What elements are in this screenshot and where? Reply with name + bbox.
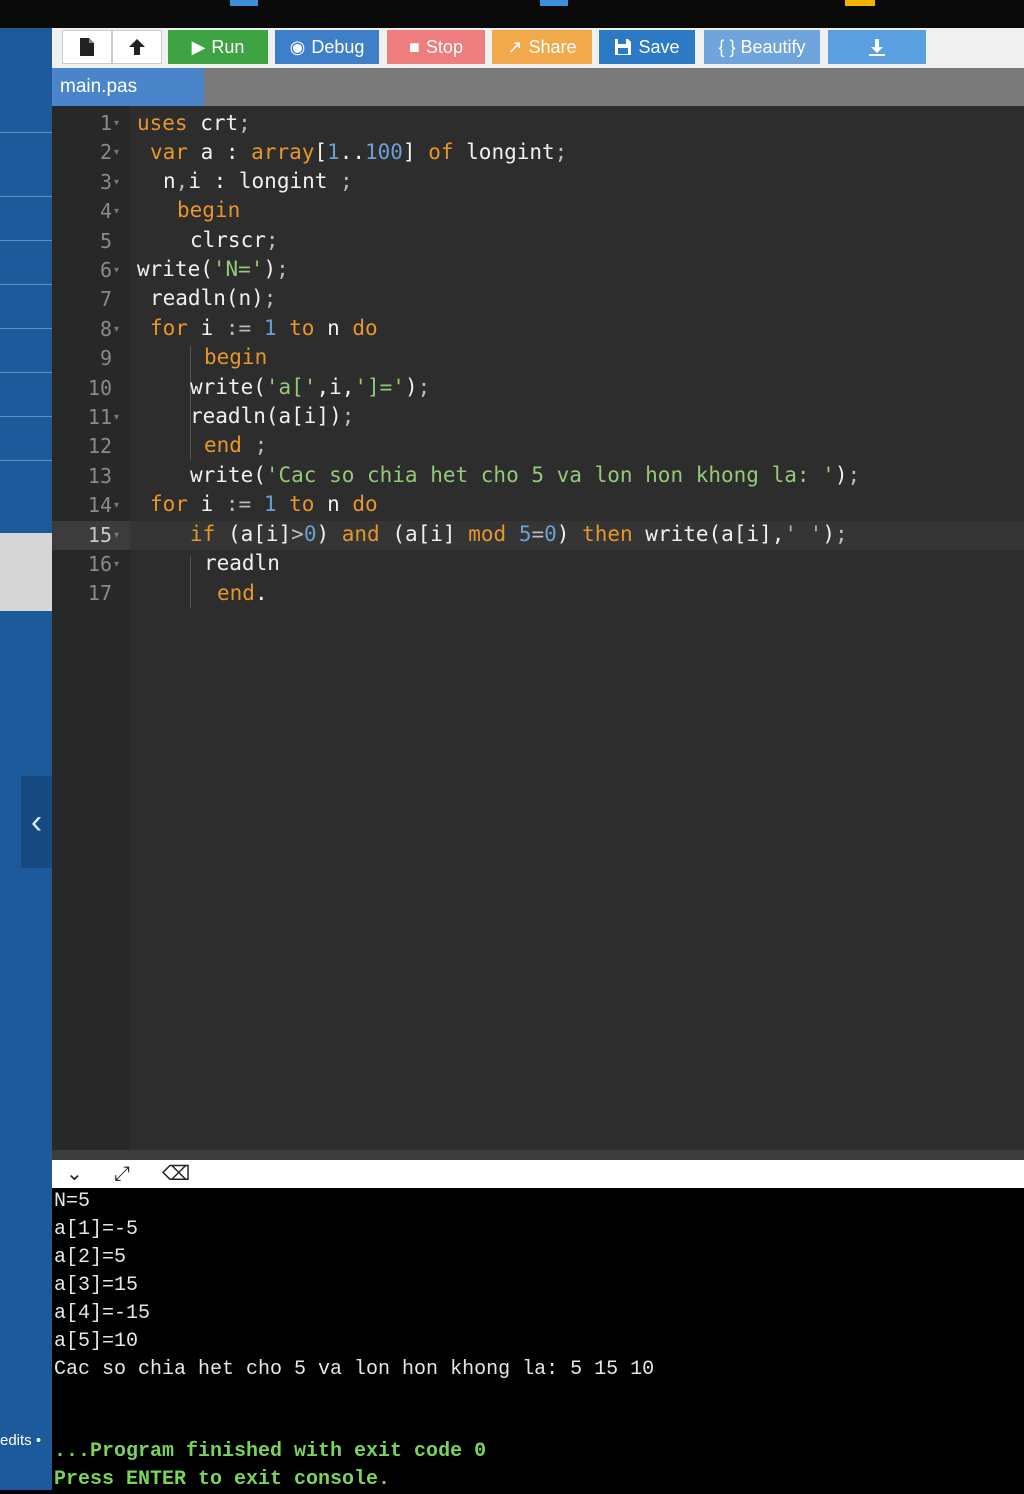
indent-guide (190, 556, 191, 608)
stop-button[interactable]: ■ Stop (387, 30, 485, 64)
line-number: 8 (99, 316, 112, 341)
code-line-6: write('N='); (137, 257, 289, 281)
file-icon (80, 38, 94, 56)
chevron-left-icon: ‹ (30, 803, 43, 841)
fold-toggle-icon[interactable]: ▾ (114, 315, 119, 344)
console-line: a[4]=-15 (54, 1302, 151, 1325)
play-icon: ▶ (191, 36, 206, 57)
code-editor[interactable]: 1 ▾ 2 ▾ 3 ▾ 4 ▾ 5 6 ▾ 7 8 ▾ 9 10 11 ▾ 12 13 14 ▾ 15 ▾ 16 ▾ 17 uses… (52, 106, 1024, 1150)
sidebar-divider (0, 460, 52, 461)
sidebar-divider (0, 284, 52, 285)
fold-toggle-icon[interactable]: ▾ (114, 491, 119, 520)
share-button[interactable]: ↗ Share (492, 30, 592, 64)
console-line: Cac so chia het cho 5 va lon hon khong l… (54, 1358, 655, 1381)
fold-toggle-icon[interactable]: ▾ (114, 256, 119, 285)
line-number: 1 (99, 111, 112, 135)
code-line-3: n,i : longint ; (163, 169, 353, 193)
line-number: 14 (87, 493, 112, 518)
console-output[interactable]: N=5 a[1]=-5 a[2]=5 a[3]=15 a[4]=-15 a[5]… (52, 1188, 1024, 1491)
code-line-8: for i := 1 to n do (150, 316, 378, 340)
save-button[interactable]: Save (599, 30, 695, 64)
line-number: 12 (87, 434, 112, 459)
sidebar-divider (0, 240, 52, 241)
code-line-12: end ; (204, 433, 268, 457)
upload-icon (129, 39, 145, 55)
fold-toggle-icon[interactable]: ▾ (114, 138, 119, 167)
new-file-button[interactable] (62, 30, 112, 64)
line-number: 2 (99, 140, 112, 165)
fold-toggle-icon[interactable]: ▾ (114, 403, 119, 432)
sidebar-selected-item[interactable] (0, 533, 52, 611)
line-number: 9 (99, 346, 112, 371)
fold-toggle-icon[interactable]: ▾ (114, 168, 119, 197)
debug-icon: ◉ (289, 36, 306, 57)
code-line-5: clrscr; (190, 228, 279, 252)
console-line: a[1]=-5 (54, 1218, 139, 1241)
line-number: 5 (99, 228, 112, 253)
line-number: 11 (87, 405, 112, 429)
clear-console-icon[interactable]: ⌫ (162, 1160, 190, 1188)
top-strip (0, 0, 1024, 28)
code-line-11: readln(a[i]); (190, 404, 355, 428)
code-line-7: readln(n); (150, 286, 277, 310)
exit-status: ...Program finished with exit code 0 (54, 1440, 487, 1463)
line-number: 17 (87, 581, 112, 606)
code-line-17: end. (217, 581, 268, 605)
edits-label: edits • (0, 1432, 42, 1449)
code-line-10: write('a[',i,']='); (190, 375, 431, 399)
chevron-down-icon[interactable]: ⌄ (66, 1160, 83, 1188)
top-mark (230, 0, 258, 6)
code-line-16: readln (204, 551, 280, 575)
sidebar-divider (0, 196, 52, 197)
code-line-9: begin (204, 345, 268, 369)
console-line: a[3]=15 (54, 1274, 139, 1297)
floppy-icon (615, 39, 632, 55)
download-icon (869, 39, 885, 56)
left-sidebar (0, 28, 52, 1490)
sidebar-divider (0, 132, 52, 133)
stop-icon: ■ (409, 36, 420, 57)
sidebar-divider (0, 372, 52, 373)
top-mark (540, 0, 568, 6)
line-number: 7 (99, 287, 112, 312)
line-number: 3 (99, 169, 112, 194)
console-resize-handle[interactable] (52, 1150, 1024, 1160)
code-line-1: uses crt; (137, 111, 251, 135)
console-line: N=5 (54, 1190, 91, 1213)
code-line-15: if (a[i]>0) and (a[i] mod 5=0) then writ… (190, 522, 848, 546)
upload-button[interactable] (112, 30, 162, 64)
console-toolbar: ⌄ ⤢ ⌫ (52, 1160, 1024, 1188)
share-icon: ↗ (507, 36, 523, 57)
expand-icon[interactable]: ⤢ (114, 1160, 130, 1188)
run-button[interactable]: ▶ Run (168, 30, 268, 64)
file-tab-main[interactable]: main.pas (52, 68, 204, 106)
collapse-sidebar-button[interactable]: ‹ (21, 776, 52, 868)
code-line-14: for i := 1 to n do (150, 492, 378, 516)
line-number: 13 (87, 463, 112, 488)
console-line: a[5]=10 (54, 1330, 139, 1353)
toolbar: ▶ Run ◉ Debug ■ Stop ↗ Share Save { } Beauti… (52, 28, 1024, 68)
sidebar-divider (0, 416, 52, 417)
debug-button[interactable]: ◉ Debug (275, 30, 379, 64)
code-line-4: begin (177, 198, 241, 222)
fold-toggle-icon[interactable]: ▾ (114, 550, 119, 579)
code-line-13: write('Cac so chia het cho 5 va lon hon … (190, 463, 861, 487)
download-button[interactable] (828, 30, 926, 64)
beautify-button[interactable]: { } Beautify (704, 30, 820, 64)
console-line: a[2]=5 (54, 1246, 127, 1269)
fold-toggle-icon[interactable]: ▾ (114, 109, 119, 138)
code-line-2: var a : array[1..100] of longint; (150, 140, 568, 164)
line-number: 16 (87, 552, 112, 576)
line-number: 6 (99, 258, 112, 282)
sidebar-divider (0, 328, 52, 329)
top-mark (845, 0, 875, 6)
line-number: 10 (87, 375, 112, 400)
line-number: 15 (87, 522, 112, 547)
fold-toggle-icon[interactable]: ▾ (114, 521, 119, 550)
file-tab-bar: main.pas (52, 68, 1024, 106)
fold-toggle-icon[interactable]: ▾ (114, 197, 119, 226)
line-number: 4 (99, 199, 112, 224)
